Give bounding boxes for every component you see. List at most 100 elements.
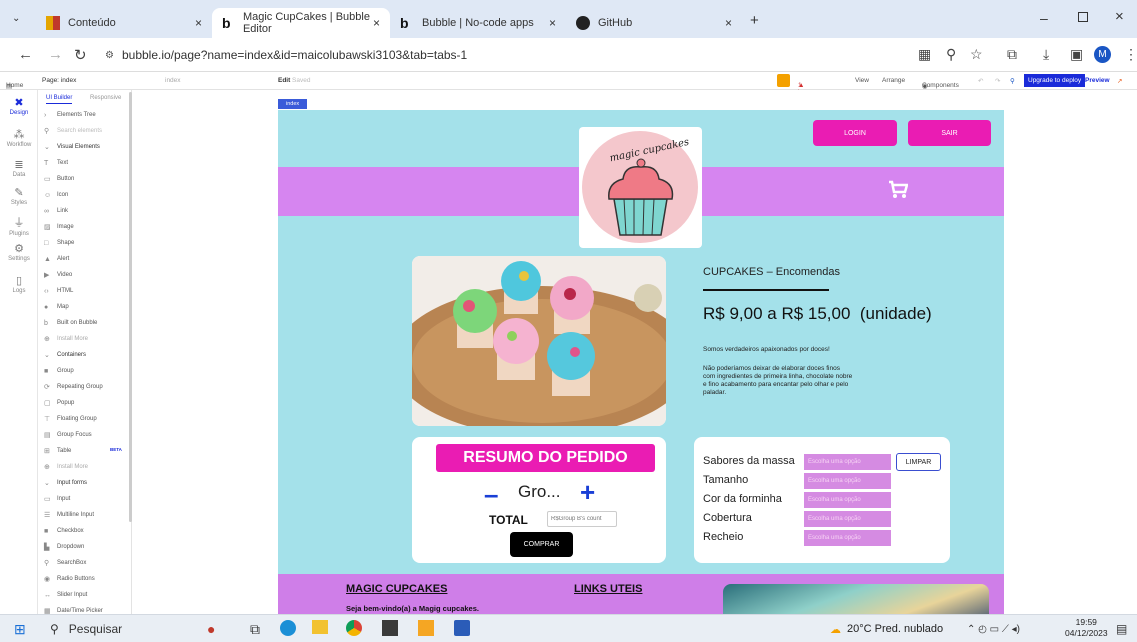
back-icon[interactable]: ← [18, 46, 33, 63]
tab-bubble-nocode[interactable]: b Bubble | No-code apps × [390, 8, 566, 38]
minus-button[interactable]: – [484, 479, 498, 510]
forward-icon[interactable]: → [48, 46, 63, 63]
zoom-icon[interactable]: ⚲ [946, 46, 956, 63]
section-visual-elements[interactable]: ⌄ Visual Elements [44, 140, 100, 154]
tab-github[interactable]: GitHub × [566, 8, 742, 38]
panel-item-shape[interactable]: □ Shape [44, 236, 74, 250]
login-button[interactable]: LOGIN [813, 120, 897, 146]
panel-item-group-focus[interactable]: ▤ Group Focus [44, 428, 92, 442]
panel-item-text[interactable]: T Text [44, 156, 68, 170]
taskbar-search[interactable]: ⚲ Pesquisar [50, 620, 122, 638]
upgrade-button[interactable]: Upgrade to deploy [1024, 74, 1086, 87]
nvidia-icon[interactable] [382, 620, 398, 636]
word-icon[interactable] [454, 620, 470, 636]
new-tab-button[interactable]: + [750, 12, 759, 29]
panel-item-video[interactable]: ▶ Video [44, 268, 72, 282]
search-icon[interactable]: ⚲ [1010, 77, 1015, 85]
app-icon[interactable] [418, 620, 434, 636]
rail-data[interactable]: ≣ Data [0, 158, 38, 178]
plus-button[interactable]: + [580, 477, 595, 508]
sidepanel-icon[interactable]: ▣ [1070, 46, 1083, 63]
tab-bubble-editor[interactable]: b Magic CupCakes | Bubble Editor × [212, 8, 390, 38]
panel-item-checkbox[interactable]: ■ Checkbox [44, 524, 84, 538]
panel-item-install-more-containers[interactable]: ⊕ Install More [44, 460, 88, 474]
extensions-icon[interactable]: ⧉ [1007, 46, 1017, 63]
tab-close-icon[interactable]: × [549, 16, 556, 30]
rail-logs[interactable]: ▯ Logs [0, 274, 38, 294]
close-window-icon[interactable]: × [1115, 8, 1124, 25]
panel-item-searchbox[interactable]: ⚲ SearchBox [44, 556, 86, 570]
panel-item-date-time-picker[interactable]: ▦ Date/Time Picker [44, 604, 103, 614]
tab-ui-builder[interactable]: UI Builder [46, 95, 73, 104]
select-sabores[interactable]: Escolha uma opção [804, 454, 891, 471]
weather-widget[interactable]: ☁ 20°C Pred. nublado [830, 620, 943, 638]
section-input-forms[interactable]: ⌄ Input forms [44, 476, 87, 490]
edit-label[interactable]: Edit [278, 77, 290, 84]
rail-styles[interactable]: ✎ Styles [0, 186, 38, 206]
panel-item-popup[interactable]: ▢ Popup [44, 396, 74, 410]
panel-item-slider-input[interactable]: ↔ Slider Input [44, 588, 87, 602]
view-menu[interactable]: View [855, 77, 869, 84]
url-field[interactable]: ⚙ bubble.io/page?name=index&id=maicoluba… [105, 44, 885, 66]
windows-start-icon[interactable]: ⊞ [14, 620, 26, 638]
select-cor-forminha[interactable]: Escolha uma opção [804, 492, 891, 509]
rail-design[interactable]: ✖ Design [0, 96, 38, 116]
chrome-icon[interactable] [346, 620, 362, 636]
total-field[interactable] [547, 511, 617, 527]
panel-item-repeating-group[interactable]: ⟳ Repeating Group [44, 380, 103, 394]
rail-settings[interactable]: ⚙ Settings [0, 242, 38, 262]
limpar-button[interactable]: LIMPAR [896, 453, 941, 471]
panel-item-radio-buttons[interactable]: ◉ Radio Buttons [44, 572, 95, 586]
tab-responsive[interactable]: Responsive [90, 95, 121, 101]
cupcakes-photo[interactable] [412, 256, 666, 426]
page-index[interactable]: LOGIN SAIR magic cupcakes CUPCAKES – Enc… [278, 110, 1004, 614]
select-cobertura[interactable]: Escolha uma opção [804, 511, 891, 528]
idea-icon[interactable] [777, 74, 790, 87]
page-label[interactable]: index [278, 99, 308, 109]
rail-workflow[interactable]: ⁂ Workflow [0, 128, 38, 148]
system-tray-icons[interactable]: ⌃ ◴ ▭ ⟋ ◂) [967, 620, 1020, 638]
redo-icon[interactable]: ↷ [995, 77, 1000, 85]
panel-item-link[interactable]: ∞ Link [44, 204, 68, 218]
tab-search-chevron-icon[interactable]: ⌄ [12, 13, 20, 24]
undo-icon[interactable]: ↶ [978, 77, 983, 85]
panel-item-dropdown[interactable]: ▙ Dropdown [44, 540, 84, 554]
select-tamanho[interactable]: Escolha uma opção [804, 473, 891, 490]
tab-close-icon[interactable]: × [373, 16, 380, 30]
panel-item-alert[interactable]: ▲ Alert [44, 252, 69, 266]
minimize-icon[interactable]: – [1040, 10, 1048, 26]
profile-avatar[interactable]: M [1094, 46, 1111, 63]
panel-item-built-on-bubble[interactable]: b Built on Bubble [44, 316, 97, 330]
edge-icon[interactable] [280, 620, 296, 636]
panel-item-multiline-input[interactable]: ☰ Multiline Input [44, 508, 94, 522]
page-selector[interactable]: Page: index [42, 77, 76, 84]
maximize-icon[interactable] [1078, 12, 1088, 22]
panel-item-map[interactable]: ● Map [44, 300, 69, 314]
clock[interactable]: 19:59 04/12/2023 [1065, 617, 1108, 639]
site-info-icon[interactable]: ⚙ [105, 50, 114, 61]
gingerbread-widget-icon[interactable]: ● [207, 620, 215, 638]
translate-icon[interactable]: ▦ [918, 46, 931, 63]
cart-icon[interactable] [888, 180, 909, 203]
panel-item-table[interactable]: ⊞ Table [44, 444, 71, 458]
panel-item-install-more[interactable]: ⊕ Install More [44, 332, 88, 346]
rail-plugins[interactable]: ⏚ Plugins [0, 214, 38, 237]
elements-tree-toggle[interactable]: › Elements Tree [44, 108, 96, 122]
task-view-icon[interactable]: ⧉ [250, 620, 260, 638]
order-summary[interactable]: RESUMO DO PEDIDO – Gro... + TOTAL COMPRA… [412, 437, 666, 563]
panel-item-html[interactable]: ‹› HTML [44, 284, 73, 298]
tab-conteudo[interactable]: Conteúdo × [36, 8, 212, 38]
download-icon[interactable]: ⤓ [1043, 46, 1049, 63]
panel-item-image[interactable]: ▨ Image [44, 220, 74, 234]
tab-close-icon[interactable]: × [725, 16, 732, 30]
sair-button[interactable]: SAIR [908, 120, 991, 146]
panel-item-icon[interactable]: ☺ Icon [44, 188, 68, 202]
arrange-menu[interactable]: Arrange [882, 77, 905, 84]
comprar-button[interactable]: COMPRAR [510, 532, 573, 557]
search-elements-input[interactable]: ⚲ Search elements [44, 124, 102, 138]
reload-icon[interactable]: ↻ [74, 46, 87, 64]
tab-close-icon[interactable]: × [195, 16, 202, 30]
notifications-icon[interactable]: ▤ [1116, 620, 1127, 638]
panel-item-button[interactable]: ▭ Button [44, 172, 74, 186]
section-containers[interactable]: ⌄ Containers [44, 348, 86, 362]
